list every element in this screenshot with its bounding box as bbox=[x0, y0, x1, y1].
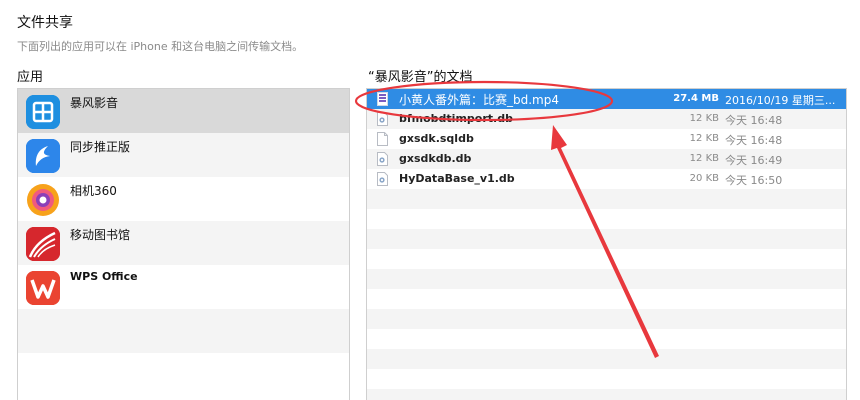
app-item-tongbutui[interactable]: 同步推正版 bbox=[18, 133, 349, 177]
empty-row bbox=[367, 229, 846, 249]
database-file-icon bbox=[377, 152, 388, 166]
file-name: gxsdk.sqldb bbox=[399, 132, 474, 145]
file-name: bfmobdtimport.db bbox=[399, 112, 513, 125]
file-size: 20 KB bbox=[689, 173, 719, 184]
tongbutui-app-icon bbox=[26, 139, 60, 173]
apps-list[interactable]: 暴风影音 同步推正版 相机360 移动图书馆 WPS Office bbox=[17, 88, 350, 400]
file-date: 今天 16:48 bbox=[725, 114, 783, 127]
file-size: 12 KB bbox=[689, 153, 719, 164]
app-label: 暴风影音 bbox=[70, 96, 119, 110]
file-row-video[interactable]: 小黄人番外篇：比赛_bd.mp4 27.4 MB 2016/10/19 星期三.… bbox=[367, 89, 846, 109]
documents-list[interactable]: 小黄人番外篇：比赛_bd.mp4 27.4 MB 2016/10/19 星期三.… bbox=[366, 88, 847, 400]
file-size: 12 KB bbox=[689, 133, 719, 144]
video-file-icon bbox=[377, 92, 388, 106]
database-file-icon bbox=[377, 172, 388, 186]
file-size: 27.4 MB bbox=[673, 93, 719, 104]
file-date: 今天 16:50 bbox=[725, 174, 783, 187]
blank-file-icon bbox=[377, 132, 388, 146]
file-date: 今天 16:48 bbox=[725, 134, 783, 147]
app-label: WPS Office bbox=[70, 270, 138, 283]
page-title: 文件共享 bbox=[17, 15, 73, 31]
app-item-camera360[interactable]: 相机360 bbox=[18, 177, 349, 221]
empty-row bbox=[18, 353, 349, 397]
wps-office-app-icon bbox=[26, 271, 60, 305]
empty-row bbox=[367, 329, 846, 349]
empty-row bbox=[367, 289, 846, 309]
page-description: 下面列出的应用可以在 iPhone 和这台电脑之间传输文档。 bbox=[17, 40, 304, 53]
file-row[interactable]: gxsdkdb.db 12 KB 今天 16:49 bbox=[367, 149, 846, 169]
file-name: gxsdkdb.db bbox=[399, 152, 472, 165]
documents-header: “暴风影音”的文档 bbox=[368, 70, 473, 85]
app-item-wps-office[interactable]: WPS Office bbox=[18, 265, 349, 309]
apps-header: 应用 bbox=[17, 70, 44, 85]
file-date: 今天 16:49 bbox=[725, 154, 783, 167]
file-row[interactable]: bfmobdtimport.db 12 KB 今天 16:48 bbox=[367, 109, 846, 129]
baofeng-app-icon bbox=[26, 95, 60, 129]
file-name: HyDataBase_v1.db bbox=[399, 172, 515, 185]
empty-row bbox=[367, 189, 846, 209]
app-label: 移动图书馆 bbox=[70, 228, 131, 242]
app-item-mobile-library[interactable]: 移动图书馆 bbox=[18, 221, 349, 265]
empty-row bbox=[367, 309, 846, 329]
file-row[interactable]: gxsdk.sqldb 12 KB 今天 16:48 bbox=[367, 129, 846, 149]
empty-row bbox=[367, 389, 846, 400]
file-row[interactable]: HyDataBase_v1.db 20 KB 今天 16:50 bbox=[367, 169, 846, 189]
app-label: 同步推正版 bbox=[70, 140, 131, 154]
app-label: 相机360 bbox=[70, 184, 117, 198]
empty-row bbox=[367, 209, 846, 229]
file-date: 2016/10/19 星期三... bbox=[725, 94, 836, 107]
mobile-library-app-icon bbox=[26, 227, 60, 261]
empty-row bbox=[18, 309, 349, 353]
file-name: 小黄人番外篇：比赛_bd.mp4 bbox=[399, 93, 559, 107]
empty-row bbox=[367, 369, 846, 389]
empty-row bbox=[367, 349, 846, 369]
camera360-app-icon bbox=[26, 183, 60, 217]
database-file-icon bbox=[377, 112, 388, 126]
empty-row bbox=[367, 249, 846, 269]
app-item-baofeng[interactable]: 暴风影音 bbox=[18, 89, 349, 133]
empty-row bbox=[367, 269, 846, 289]
file-size: 12 KB bbox=[689, 113, 719, 124]
